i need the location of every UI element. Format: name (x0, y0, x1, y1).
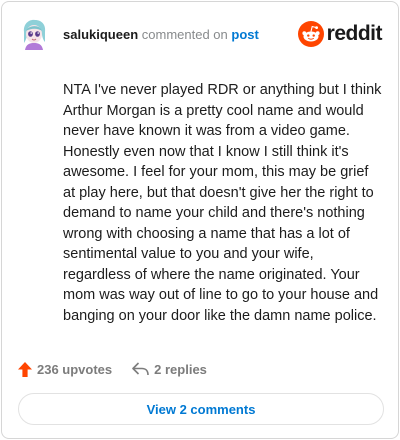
comment-card: salukiqueen commented on post reddit NTA… (1, 1, 399, 439)
reply-count: 2 replies (154, 361, 207, 377)
comment-actions: 236 upvotes 2 replies (18, 358, 207, 380)
reply-arrow-icon (132, 362, 149, 376)
upvote-count: 236 upvotes (37, 361, 113, 377)
view-comments-button[interactable]: View 2 comments (18, 393, 384, 425)
upvote-arrow-icon (18, 361, 32, 377)
post-link[interactable]: post (231, 27, 258, 42)
reddit-wordmark: reddit (326, 22, 383, 45)
avatar[interactable] (18, 18, 50, 50)
byline: salukiqueen commented on post (63, 27, 259, 42)
action-text: commented on (141, 27, 228, 42)
comment-header: salukiqueen commented on post reddit (18, 18, 383, 50)
reddit-alien-icon (297, 21, 324, 47)
username-link[interactable]: salukiqueen (63, 27, 138, 42)
reddit-logo[interactable]: reddit (297, 20, 383, 48)
reply-button[interactable]: 2 replies (132, 362, 207, 377)
comment-body: NTA I've never played RDR or anything bu… (63, 82, 382, 324)
upvote-button[interactable]: 236 upvotes (18, 361, 113, 377)
